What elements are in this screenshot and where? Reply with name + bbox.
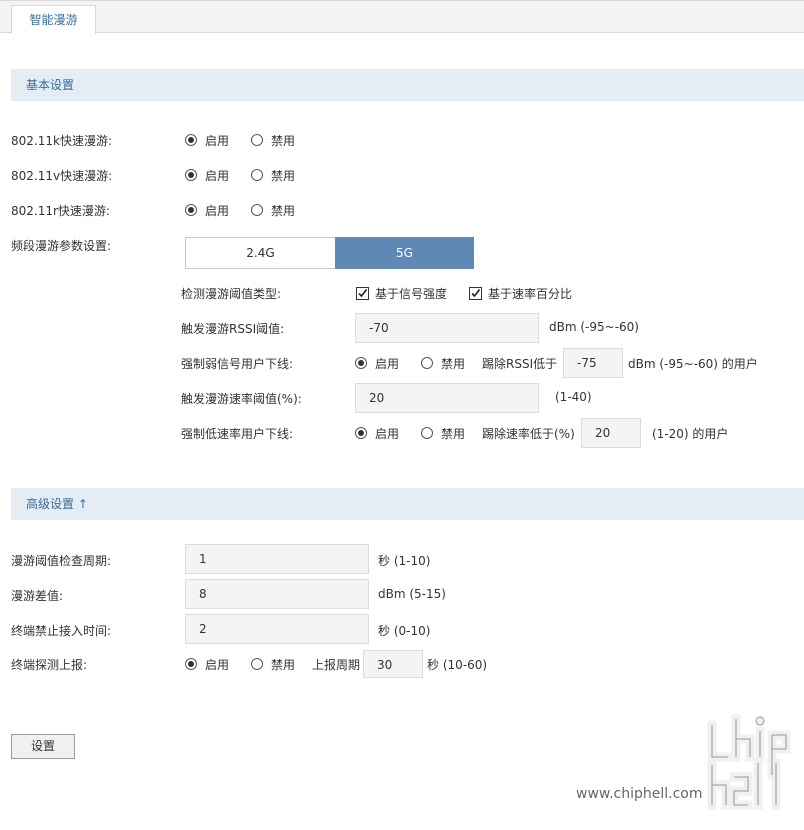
chiphell-logo-watermark: [700, 713, 794, 810]
check-period-label: 漫游阈值检查周期:: [11, 554, 112, 568]
row-11v-label: 802.11v快速漫游:: [11, 169, 113, 183]
rssi-threshold-label: 触发漫游RSSI阈值:: [181, 322, 285, 336]
ban-time-label: 终端禁止接入时间:: [11, 624, 112, 638]
band-label: 频段漫游参数设置:: [11, 239, 112, 253]
probe-report-enable-radio[interactable]: [185, 658, 197, 670]
weak-kick-enable-label: 启用: [375, 357, 400, 371]
11v-enable-radio[interactable]: [185, 169, 197, 181]
probe-report-enable-label: 启用: [205, 658, 230, 672]
roaming-diff-input[interactable]: 8: [185, 579, 369, 609]
report-period-label: 上报周期: [312, 658, 361, 672]
roaming-diff-hint: dBm (5-15): [378, 587, 446, 601]
ban-time-hint: 秒 (0-10): [378, 624, 431, 638]
tab-smart-roaming[interactable]: 智能漫游: [11, 5, 96, 34]
low-rate-kick-disable-label: 禁用: [441, 427, 466, 441]
11r-enable-label: 启用: [205, 204, 230, 218]
watermark-url: www.chiphell.com: [576, 786, 703, 802]
rate-threshold-hint: (1-40): [555, 390, 592, 404]
tab-bar: [0, 0, 804, 33]
probe-report-disable-radio[interactable]: [251, 658, 263, 670]
11r-enable-radio[interactable]: [185, 204, 197, 216]
rssi-threshold-input[interactable]: -70: [355, 313, 539, 343]
11k-disable-radio[interactable]: [251, 134, 263, 146]
rate-percent-checkbox[interactable]: [469, 287, 482, 300]
weak-kick-disable-label: 禁用: [441, 357, 466, 371]
check-period-hint: 秒 (1-10): [378, 554, 431, 568]
check-period-input[interactable]: 1: [185, 544, 369, 574]
weak-kick-enable-radio[interactable]: [355, 357, 367, 369]
threshold-type-label: 检测漫游阈值类型:: [181, 287, 282, 301]
low-rate-kick-input[interactable]: 20: [581, 418, 641, 448]
weak-kick-suffix: dBm (-95~-60) 的用户: [628, 357, 758, 371]
basic-settings-title: 基本设置: [26, 78, 75, 92]
rssi-threshold-hint: dBm (-95~-60): [549, 320, 639, 334]
signal-strength-label: 基于信号强度: [375, 287, 448, 301]
low-rate-kick-enable-label: 启用: [375, 427, 400, 441]
low-rate-kick-enable-radio[interactable]: [355, 427, 367, 439]
signal-strength-checkbox[interactable]: [356, 287, 369, 300]
weak-kick-disable-radio[interactable]: [421, 357, 433, 369]
low-rate-kick-suffix: (1-20) 的用户: [652, 427, 729, 441]
11r-disable-radio[interactable]: [251, 204, 263, 216]
rate-percent-label: 基于速率百分比: [488, 287, 573, 301]
11k-enable-radio[interactable]: [185, 134, 197, 146]
low-rate-kick-disable-radio[interactable]: [421, 427, 433, 439]
row-11k-label: 802.11k快速漫游:: [11, 134, 112, 148]
low-rate-kick-prefix: 踢除速率低于(%): [482, 427, 575, 441]
roaming-diff-label: 漫游差值:: [11, 589, 64, 603]
basic-settings-header: 基本设置: [11, 69, 804, 101]
ban-time-input[interactable]: 2: [185, 614, 369, 644]
weak-kick-rssi-input[interactable]: -75: [563, 348, 623, 378]
low-rate-kick-label: 强制低速率用户下线:: [181, 427, 294, 441]
11v-disable-label: 禁用: [271, 169, 296, 183]
probe-report-disable-label: 禁用: [271, 658, 296, 672]
report-period-input[interactable]: 30: [363, 650, 423, 678]
weak-kick-label: 强制弱信号用户下线:: [181, 357, 294, 371]
rate-threshold-label: 触发漫游速率阈值(%):: [181, 392, 302, 406]
report-period-hint: 秒 (10-60): [427, 658, 488, 672]
weak-kick-prefix: 踢除RSSI低于: [482, 357, 558, 371]
row-11r-label: 802.11r快速漫游:: [11, 204, 110, 218]
11v-enable-label: 启用: [205, 169, 230, 183]
11k-enable-label: 启用: [205, 134, 230, 148]
11r-disable-label: 禁用: [271, 204, 296, 218]
apply-settings-button[interactable]: 设置: [11, 734, 75, 759]
advanced-settings-header[interactable]: 高级设置 ↑: [11, 488, 804, 520]
band-2-4g-button[interactable]: 2.4G: [185, 237, 336, 269]
advanced-settings-title: 高级设置 ↑: [26, 497, 88, 511]
band-5g-button[interactable]: 5G: [335, 237, 474, 269]
11k-disable-label: 禁用: [271, 134, 296, 148]
probe-report-label: 终端探测上报:: [11, 658, 88, 672]
rate-threshold-input[interactable]: 20: [355, 383, 539, 413]
11v-disable-radio[interactable]: [251, 169, 263, 181]
